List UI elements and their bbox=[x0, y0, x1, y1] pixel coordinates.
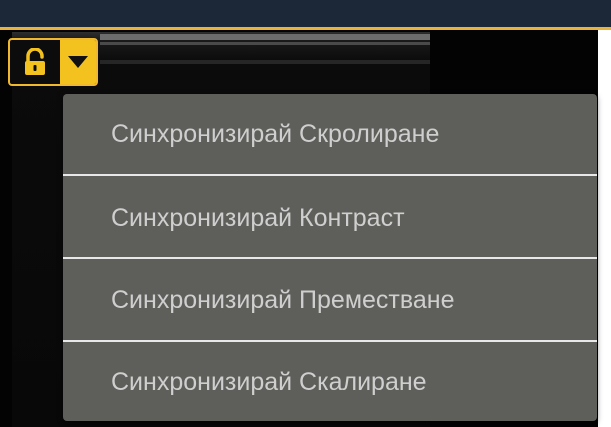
menu-item-label: Синхронизирай Преместване bbox=[111, 285, 455, 314]
menu-divider bbox=[63, 257, 597, 259]
menu-item-label: Синхронизирай Скалиране bbox=[111, 367, 427, 396]
top-bar bbox=[0, 0, 611, 27]
menu-item-sync-zoom[interactable]: Синхронизирай Скалиране bbox=[63, 342, 597, 422]
sync-dropdown-menu: Синхронизирай Скролиране Синхронизирай К… bbox=[63, 94, 597, 421]
menu-item-label: Синхронизирай Контраст bbox=[111, 203, 405, 232]
lock-toggle[interactable] bbox=[10, 40, 60, 84]
menu-item-sync-scroll[interactable]: Синхронизирай Скролиране bbox=[63, 94, 597, 174]
menu-divider bbox=[63, 174, 597, 176]
caret-down-icon bbox=[68, 56, 88, 68]
sync-lock-button[interactable] bbox=[8, 38, 98, 86]
dropdown-toggle[interactable] bbox=[60, 40, 96, 84]
viewer-image-band bbox=[100, 60, 430, 64]
menu-item-sync-pan[interactable]: Синхронизирай Преместване bbox=[63, 260, 597, 340]
viewer-image-band bbox=[100, 34, 430, 40]
menu-item-label: Синхронизирай Скролиране bbox=[111, 119, 440, 148]
viewer-image-band bbox=[100, 42, 430, 45]
menu-item-sync-contrast[interactable]: Синхронизирай Контраст bbox=[63, 178, 597, 258]
unlocked-padlock-icon bbox=[25, 48, 45, 75]
